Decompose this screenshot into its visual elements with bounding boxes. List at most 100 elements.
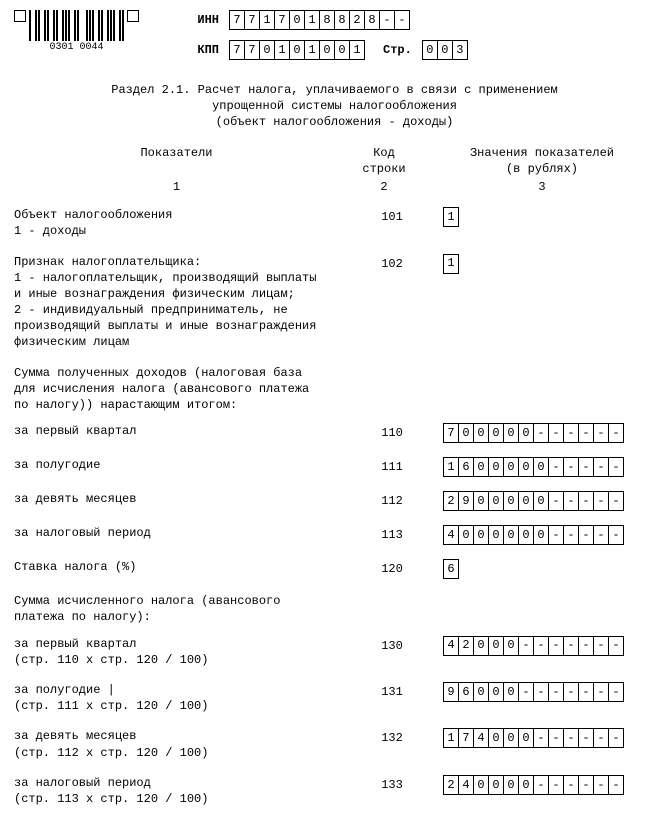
cell: 1 (304, 10, 320, 30)
row-desc: за первый квартал (стр. 110 х стр. 120 /… (14, 636, 347, 668)
cell: 0 (518, 457, 534, 477)
marker-square (127, 10, 139, 22)
barcode: 0301 0044 (29, 10, 124, 52)
row-desc: за полугодие (14, 457, 347, 473)
cell: - (563, 682, 579, 702)
barcode-num: 0301 (49, 41, 73, 55)
cell: - (608, 728, 624, 748)
cell: 0 (518, 525, 534, 545)
row-value: 240000------ (437, 775, 655, 795)
cell: - (548, 457, 564, 477)
col-header-1: Показатели (14, 145, 339, 177)
cell: - (608, 491, 624, 511)
cell: 0 (473, 525, 489, 545)
row-code: 102 (347, 254, 437, 272)
cell: 1 (443, 728, 459, 748)
barcode-num: 0044 (80, 41, 104, 55)
cell: 7 (458, 728, 474, 748)
cell: - (593, 682, 609, 702)
cell: - (548, 682, 564, 702)
cell: - (608, 457, 624, 477)
cell: - (548, 525, 564, 545)
table-row: за полугодие1111600000----- (14, 457, 655, 477)
cell: 0 (289, 40, 305, 60)
cell: 0 (259, 40, 275, 60)
cell: - (548, 636, 564, 656)
cell: 0 (488, 636, 504, 656)
cell: 0 (518, 423, 534, 443)
cell: 8 (364, 10, 380, 30)
cell: 2 (349, 10, 365, 30)
table-row: Объект налогообложения 1 - доходы1011 (14, 207, 655, 239)
cell: - (533, 423, 549, 443)
rate-row-container: Ставка налога (%)120 6 (14, 559, 655, 579)
section-title: Раздел 2.1. Расчет налога, уплачиваемого… (14, 82, 655, 131)
row-desc: Ставка налога (%) (14, 559, 347, 575)
inn-cells: 7717018828-- (229, 10, 410, 30)
cell: 1 (443, 254, 459, 274)
cell: - (394, 10, 410, 30)
cell: - (593, 775, 609, 795)
cell: - (593, 457, 609, 477)
cell: 9 (443, 682, 459, 702)
cell: 0 (488, 682, 504, 702)
row-desc: за девять месяцев (стр. 112 х стр. 120 /… (14, 728, 347, 760)
group2-heading: Сумма исчисленного налога (авансового пл… (14, 593, 339, 625)
cell: 7 (229, 10, 245, 30)
row-value: 700000------ (437, 423, 655, 443)
table-row: за налоговый период1134000000----- (14, 525, 655, 545)
cell: - (563, 775, 579, 795)
cell: - (548, 728, 564, 748)
cell: 0 (518, 775, 534, 795)
table-row: за девять месяцев (стр. 112 х стр. 120 /… (14, 728, 655, 760)
row-code: 111 (347, 457, 437, 475)
row-desc: за налоговый период (14, 525, 347, 541)
cell: - (608, 682, 624, 702)
cell: 0 (488, 491, 504, 511)
cell: 0 (488, 728, 504, 748)
cell: - (533, 775, 549, 795)
table-row: за полугодие | (стр. 111 х стр. 120 / 10… (14, 682, 655, 714)
cell: - (548, 423, 564, 443)
cell: - (593, 423, 609, 443)
inn-row: ИНН 7717018828-- (187, 10, 468, 30)
cell: 8 (319, 10, 335, 30)
cell: 0 (319, 40, 335, 60)
cell: 7 (244, 40, 260, 60)
cell: - (593, 636, 609, 656)
col-num-1: 1 (14, 179, 339, 195)
cell: 1 (443, 457, 459, 477)
cell: 6 (443, 559, 459, 579)
cell: - (518, 636, 534, 656)
col-header-2: Код строки (339, 145, 429, 177)
cell: - (533, 636, 549, 656)
row-value: 1600000----- (437, 457, 655, 477)
cell: 4 (473, 728, 489, 748)
cell: 0 (473, 682, 489, 702)
cell: - (563, 457, 579, 477)
row-value: 2900000----- (437, 491, 655, 511)
rows-initial: Объект налогообложения 1 - доходы1011При… (14, 207, 655, 351)
cell: 0 (503, 491, 519, 511)
cell: - (379, 10, 395, 30)
cell: 0 (473, 775, 489, 795)
row-desc: Объект налогообложения 1 - доходы (14, 207, 347, 239)
row-code: 120 (347, 559, 437, 577)
cell: - (563, 636, 579, 656)
row-desc: за девять месяцев (14, 491, 347, 507)
cell: - (563, 728, 579, 748)
col-num-2: 2 (339, 179, 429, 195)
cell: 1 (349, 40, 365, 60)
inn-label: ИНН (187, 12, 219, 28)
form-header: 0301 0044 ИНН 7717018828-- КПП 770101001… (14, 10, 655, 60)
cell: 0 (503, 682, 519, 702)
cell: 6 (458, 682, 474, 702)
cell: 1 (443, 207, 459, 227)
row-value: 42000------- (437, 636, 655, 656)
cell: 0 (503, 728, 519, 748)
row-value: 6 (437, 559, 655, 579)
cell: - (533, 682, 549, 702)
cell: 0 (503, 457, 519, 477)
table-row: Ставка налога (%)120 6 (14, 559, 655, 579)
row-code: 132 (347, 728, 437, 746)
